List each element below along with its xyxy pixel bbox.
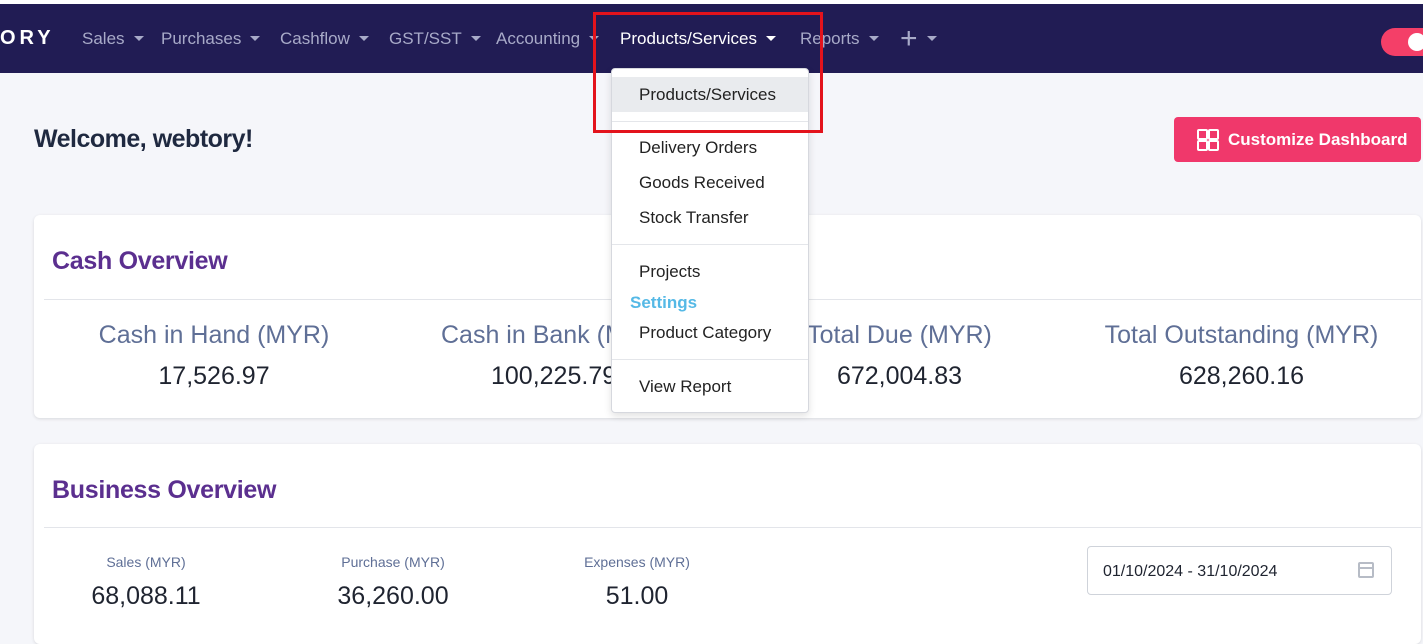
menu-item-stock-transfer[interactable]: Stock Transfer [612,200,808,235]
nav-sales-label: Sales [82,28,125,48]
total-outstanding-value: 628,260.16 [1178,362,1305,390]
cash-in-hand-value: 17,526.97 [158,362,270,390]
business-overview-title: Business Overview [52,476,277,504]
date-range-input[interactable]: 01/10/2024 - 31/10/2024 [1087,546,1392,595]
calendar-icon[interactable] [1358,562,1374,578]
cash-in-bank-value: 100,225.79 [491,362,617,390]
nav-products-services-label: Products/Services [620,28,757,48]
purchase-value: 36,260.00 [337,582,449,610]
caret-down-icon [133,36,144,41]
caret-down-icon [358,36,369,41]
menu-item-products-services[interactable]: Products/Services [612,77,808,112]
cash-overview-title: Cash Overview [52,247,228,275]
nav-reports-label: Reports [800,28,860,48]
caret-down-icon [926,36,937,41]
nav-purchases-label: Purchases [161,28,242,48]
nav-purchases[interactable]: Purchases [161,4,261,73]
nav-reports[interactable]: Reports [800,4,879,73]
settings-header: Settings [630,293,698,312]
toggle-knob [1408,33,1423,51]
expenses-label: Expenses (MYR) [584,554,690,570]
nav-gst-sst[interactable]: GST/SST [389,4,481,73]
menu-item-projects[interactable]: Projects [612,254,808,289]
caret-down-icon [868,36,879,41]
nav-sales[interactable]: Sales [82,4,144,73]
cash-in-bank-label: Cash in Bank (M [441,321,626,349]
menu-item-delivery-orders[interactable]: Delivery Orders [612,130,808,165]
customize-dashboard-label: Customize Dashboard [1228,130,1408,149]
total-outstanding-label: Total Outstanding (MYR) [1104,321,1379,349]
caret-down-icon [250,36,261,41]
date-range-value: 01/10/2024 - 31/10/2024 [1103,563,1278,580]
sales-label: Sales (MYR) [106,554,186,570]
caret-down-icon [766,36,776,41]
purchase-label: Purchase (MYR) [341,554,445,570]
cash-in-hand-label: Cash in Hand (MYR) [98,321,330,349]
products-services-dropdown: Products/Services Delivery Orders Goods … [611,68,809,413]
nav-gst-sst-label: GST/SST [389,28,462,48]
nav-products-services[interactable]: Products/Services [620,4,776,73]
brand-logo[interactable]: ORY [0,4,55,73]
nav-accounting-label: Accounting [496,28,581,48]
welcome-heading: Welcome, webtory! [34,125,253,153]
card-divider [44,527,1421,528]
menu-separator [612,244,808,245]
caret-down-icon [589,36,600,41]
nav-cashflow[interactable]: Cashflow [280,4,369,73]
top-navbar: ORY Sales Purchases Cashflow GST/SST Acc… [0,4,1423,73]
sales-value: 68,088.11 [91,582,201,610]
theme-toggle[interactable] [1381,28,1423,56]
customize-dashboard-button[interactable]: Customize Dashboard [1174,117,1421,162]
menu-item-product-category[interactable]: Product Category [612,315,808,350]
nav-accounting[interactable]: Accounting [496,4,600,73]
caret-down-icon [470,36,481,41]
expenses-value: 51.00 [605,582,669,610]
nav-cashflow-label: Cashflow [280,28,350,48]
business-overview-card: Business Overview Sales (MYR) 68,088.11 … [34,444,1421,644]
grid-icon [1197,129,1219,151]
plus-icon: + [900,22,918,55]
nav-add-menu[interactable]: + [900,4,937,73]
menu-separator [612,121,808,122]
menu-item-view-report[interactable]: View Report [612,369,808,404]
menu-separator [612,359,808,360]
menu-item-goods-received[interactable]: Goods Received [612,165,808,200]
